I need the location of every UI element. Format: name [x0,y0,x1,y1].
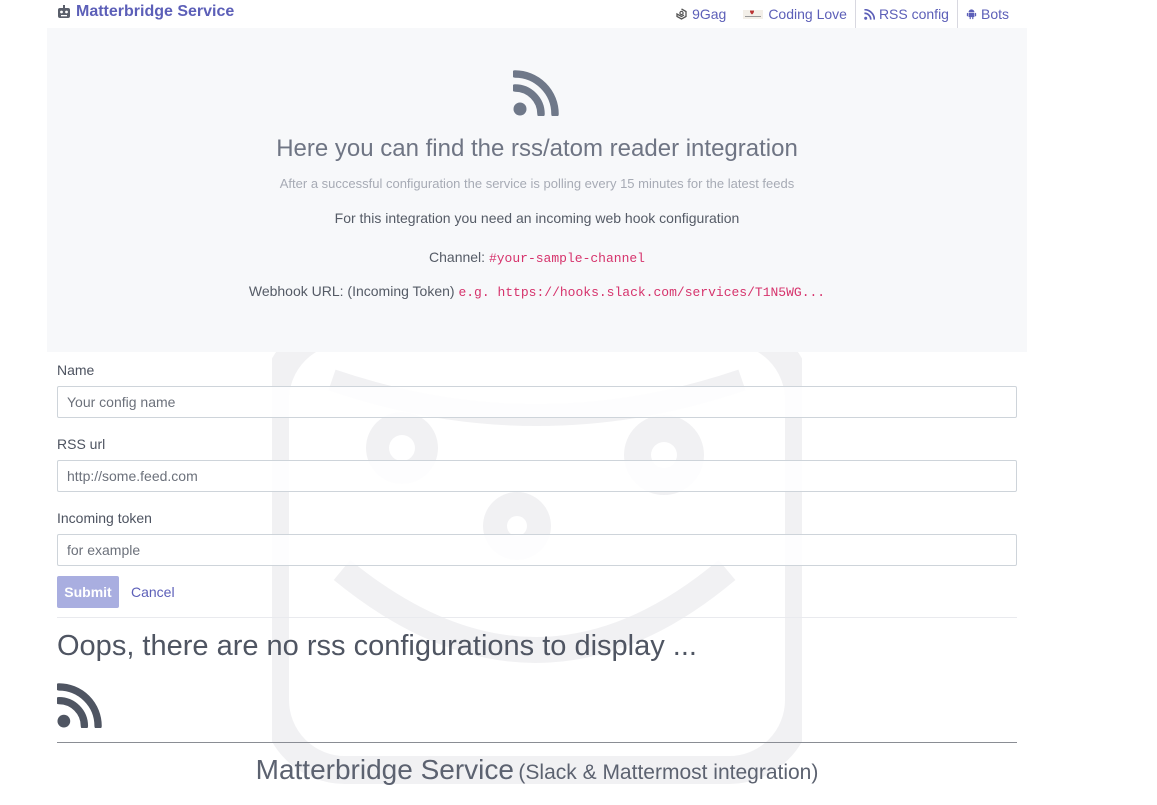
channel-value: #your-sample-channel [488,251,645,266]
brand-link[interactable]: Matterbridge Service [57,3,234,21]
brand-title: Matterbridge Service [76,3,235,20]
nav-links: 9Gag Coding Love RSS config Bots [667,0,1017,28]
nav-link-label: Bots [980,6,1009,22]
webhook-label: Webhook URL: (Incoming Token) [248,283,455,299]
empty-state-message: Oops, there are no rss configurations to… [57,630,697,662]
submit-button[interactable]: Submit [57,576,119,608]
nav-link-label: Coding Love [768,6,847,22]
rss-url-label: RSS url [57,436,106,452]
9gag-icon [676,7,687,20]
rss-url-input[interactable] [57,460,1017,492]
nav-link-bots[interactable]: Bots [958,0,1017,28]
nav-link-label: RSS config [878,6,949,22]
coding-love-icon [743,9,764,19]
jumbotron-title: Here you can find the rss/atom reader in… [276,135,798,162]
footer-divider [57,742,1017,743]
robot-icon [58,5,70,18]
jumbotron-lead: After a successful configuration the ser… [279,176,795,191]
nav-link-coding-love[interactable]: Coding Love [734,0,855,28]
channel-label: Channel: [429,249,486,265]
divider [57,617,1017,618]
cancel-link[interactable]: Cancel [131,584,175,600]
rss-icon [864,8,875,20]
android-icon [966,9,977,20]
incoming-token-label: Incoming token [57,510,152,526]
nav-link-label: 9Gag [692,6,727,22]
navbar: Matterbridge Service 9Gag Coding Love RS… [0,0,1157,28]
nav-link-rss-config[interactable]: RSS config [854,0,958,28]
incoming-token-input[interactable] [57,534,1017,566]
form-actions: Submit Cancel [57,576,1017,608]
channel-example: Channel: #your-sample-channel [47,249,1027,266]
jumbotron-requirement: For this integration you need an incomin… [334,210,740,226]
webhook-value: e.g. https://hooks.slack.com/services/T1… [458,285,826,300]
name-label: Name [57,362,95,378]
rss-icon [57,683,102,728]
webhook-example: Webhook URL: (Incoming Token) e.g. https… [47,283,1027,300]
footer: Matterbridge Service (Slack & Mattermost… [57,754,1017,786]
jumbotron: Here you can find the rss/atom reader in… [47,28,1027,352]
nav-link-9gag[interactable]: 9Gag [667,0,734,28]
rss-config-form: Name RSS url Incoming token Submit Cance… [57,360,1017,608]
footer-subtitle: (Slack & Mattermost integration) [518,761,819,784]
name-input[interactable] [57,386,1017,418]
rss-icon [513,70,559,116]
footer-title: Matterbridge Service [255,754,514,785]
